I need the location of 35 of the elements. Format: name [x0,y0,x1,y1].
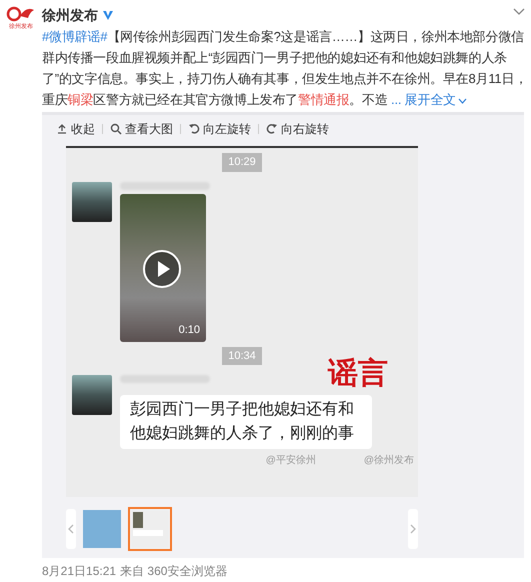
message-bubble: 彭园西门一男子把他媳妇还有和他媳妇跳舞的人杀了，刚刚的事 [120,395,372,449]
watermark-text: @徐州发布 [364,454,414,468]
post-source: 来自 360安全浏览器 [120,563,228,580]
message-time: 10:29 [222,153,262,172]
post-time[interactable]: 8月21日15:21 [42,562,116,580]
play-icon [142,248,182,288]
collapse-icon [56,123,68,135]
post-text: #微博辟谣#【网传徐州彭园西门发生命案?这是谣言……】这两日，徐州本地部分微信群内传播一段血腥视频并配上“彭园西门一男子把他的媳妇还有和他媳妇跳舞的人杀了”的文字信息。事实上，持刀伤人确有其事，但发生地点并不在徐州。早在8月11日，重庆铜梁区警方就已经在其官方微博上发布了警情通报。不造 ... 展开全文 [42,28,528,109]
text-link[interactable]: 铜梁 [68,92,94,107]
rotate-left-icon [188,123,200,135]
image-thumbnail[interactable] [80,507,124,551]
search-icon [110,123,122,135]
toolbar-button[interactable]: 查看大图 [110,120,173,138]
text-link[interactable]: 警情通报 [298,92,350,107]
message-time: 10:34 [222,346,262,365]
next-button[interactable] [408,509,418,549]
rumor-label: 谣言 [328,359,388,389]
blurred-avatar [72,182,112,222]
blurred-avatar [72,375,112,415]
image-thumbnail[interactable] [128,507,172,551]
toolbar-button[interactable]: 向左旋转 [188,120,251,138]
author-name[interactable]: 徐州发布 [42,4,98,26]
watermark-text: @平安徐州 [266,454,316,468]
toolbar-button[interactable]: 向右旋转 [266,120,329,138]
rotate-right-icon [266,123,278,135]
video-duration: 0:10 [178,323,200,338]
topic-link[interactable]: #微博辟谣# [42,29,108,44]
chevron-right-icon [410,524,416,534]
chevron-left-icon [68,524,74,534]
video-thumbnail[interactable]: 0:10 [120,194,206,342]
chevron-down-icon[interactable] [513,8,525,16]
expand-link[interactable]: ... 展开全文 [391,92,456,107]
chevron-down-icon [458,98,467,104]
toolbar-button[interactable]: 收起 [56,120,95,138]
previous-button[interactable] [66,509,76,549]
